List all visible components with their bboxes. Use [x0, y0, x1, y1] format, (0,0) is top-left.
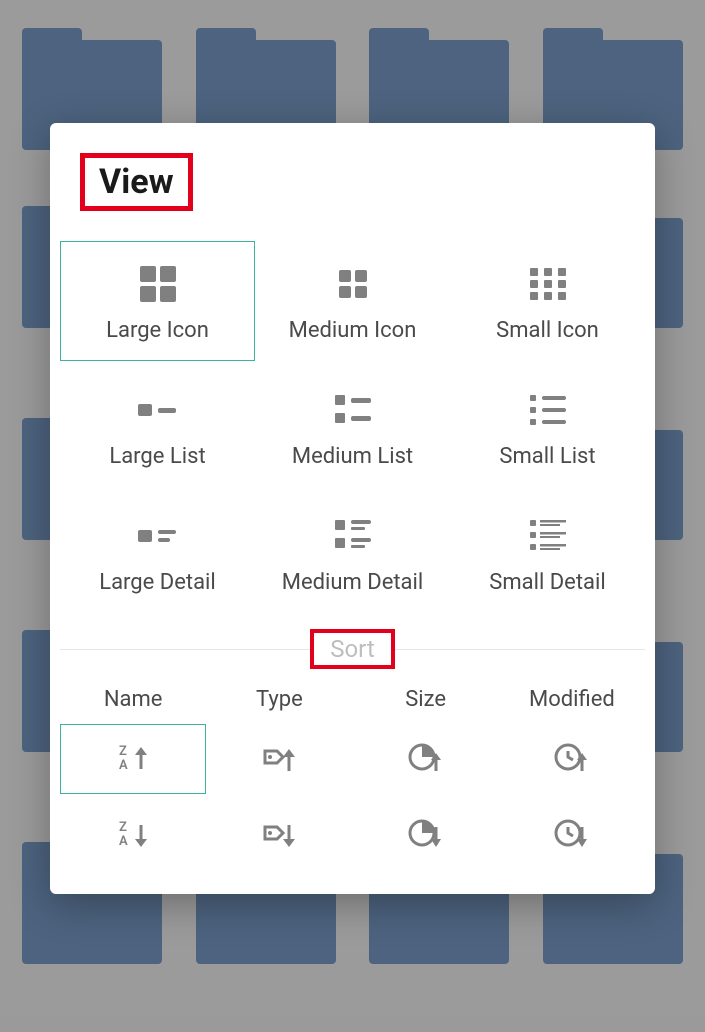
sort-time-asc-icon — [552, 741, 592, 777]
view-title-highlight: View — [80, 153, 193, 211]
view-option-small-list[interactable]: Small List — [450, 367, 645, 487]
view-option-label: Small List — [499, 444, 595, 469]
view-option-small-detail[interactable]: Small Detail — [450, 493, 645, 613]
sort-header-name: Name — [60, 679, 206, 720]
view-option-medium-list[interactable]: Medium List — [255, 367, 450, 487]
view-option-medium-detail[interactable]: Medium Detail — [255, 493, 450, 613]
medium-list-icon — [331, 386, 375, 434]
large-list-icon — [136, 386, 180, 434]
svg-text:Z: Z — [119, 820, 127, 835]
sort-tag-asc-icon — [259, 741, 299, 777]
view-option-label: Small Icon — [496, 318, 599, 343]
sort-time-desc-icon — [552, 817, 592, 853]
medium-detail-icon — [331, 512, 375, 560]
view-option-label: Medium Detail — [282, 570, 423, 595]
sort-type-asc[interactable] — [206, 724, 352, 794]
sort-title: Sort — [330, 635, 375, 663]
view-option-label: Large Detail — [99, 570, 216, 595]
sort-header-size: Size — [353, 679, 499, 720]
sort-size-desc[interactable] — [353, 800, 499, 870]
svg-text:Z: Z — [119, 744, 127, 759]
small-detail-icon — [526, 512, 570, 560]
sort-title-highlight: Sort — [310, 629, 395, 669]
view-option-label: Medium List — [292, 444, 413, 469]
sort-header-modified: Modified — [499, 679, 645, 720]
view-sort-dialog: View Large Icon Medium Icon Sma — [50, 123, 655, 894]
large-icon-icon — [136, 260, 180, 308]
svg-text:A: A — [119, 758, 128, 773]
sort-modified-asc[interactable] — [499, 724, 645, 794]
view-option-label: Medium Icon — [289, 318, 417, 343]
sort-size-asc-icon — [406, 741, 446, 777]
sort-type-desc[interactable] — [206, 800, 352, 870]
view-option-large-list[interactable]: Large List — [60, 367, 255, 487]
sort-alpha-desc-icon: ZA — [113, 817, 153, 853]
sort-divider: Sort — [60, 629, 645, 669]
view-option-label: Large List — [109, 444, 205, 469]
sort-icons-grid: ZA ZA — [50, 720, 655, 874]
view-option-medium-icon[interactable]: Medium Icon — [255, 241, 450, 361]
sort-header-type: Type — [206, 679, 352, 720]
sort-size-asc[interactable] — [353, 724, 499, 794]
view-option-large-detail[interactable]: Large Detail — [60, 493, 255, 613]
sort-modified-desc[interactable] — [499, 800, 645, 870]
large-detail-icon — [136, 512, 180, 560]
medium-icon-icon — [333, 260, 373, 308]
sort-tag-desc-icon — [259, 817, 299, 853]
svg-text:A: A — [119, 834, 128, 849]
small-list-icon — [526, 386, 570, 434]
view-option-small-icon[interactable]: Small Icon — [450, 241, 645, 361]
small-icon-icon — [526, 260, 570, 308]
view-option-large-icon[interactable]: Large Icon — [60, 241, 255, 361]
sort-name-desc[interactable]: ZA — [60, 800, 206, 870]
sort-column-headers: Name Type Size Modified — [50, 669, 655, 720]
view-options-grid: Large Icon Medium Icon Small Icon Larg — [50, 231, 655, 629]
dialog-title: View — [99, 162, 174, 202]
view-option-label: Large Icon — [106, 318, 209, 343]
view-option-label: Small Detail — [489, 570, 605, 595]
sort-size-desc-icon — [406, 817, 446, 853]
sort-alpha-asc-icon: ZA — [113, 741, 153, 777]
sort-name-asc[interactable]: ZA — [60, 724, 206, 794]
